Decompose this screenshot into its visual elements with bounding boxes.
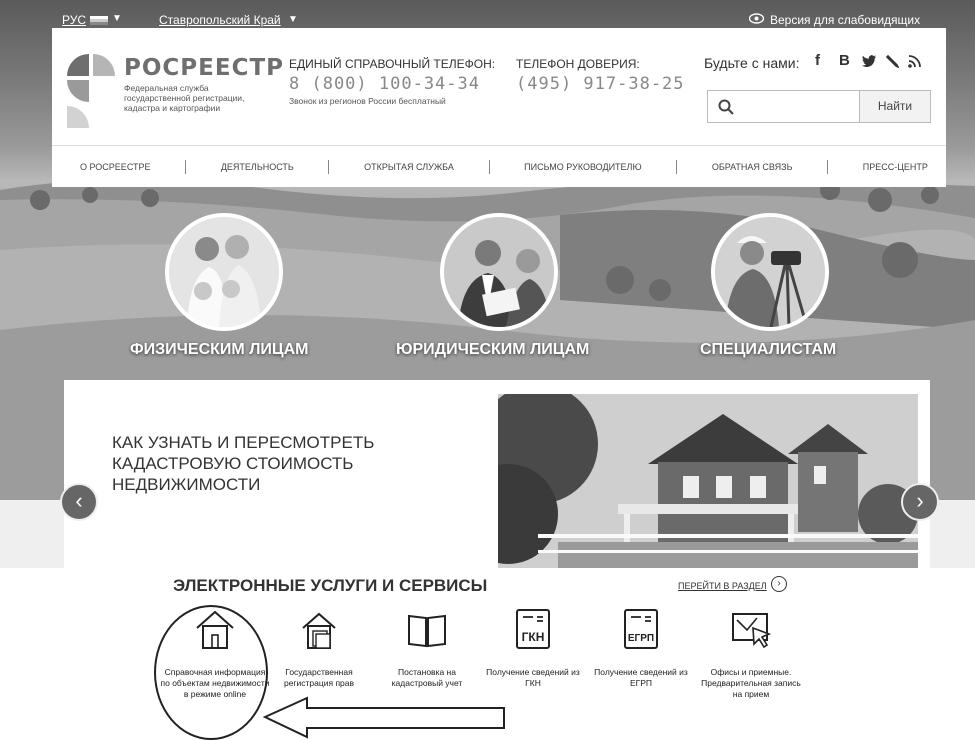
low-vision-link[interactable]: Версия для слабовидящих <box>770 13 920 27</box>
twitter-icon[interactable] <box>862 55 877 68</box>
search-icon <box>718 99 734 115</box>
trust-line-label: ТЕЛЕФОН ДОВЕРИЯ: <box>516 57 640 71</box>
language-switcher[interactable]: РУС <box>62 13 86 27</box>
pointer-arrow-icon <box>262 696 505 739</box>
hotline-number[interactable]: 8 (800) 100-34-34 <box>289 74 480 94</box>
search-input[interactable] <box>707 90 860 123</box>
audience-specialists[interactable]: СПЕЦИАЛИСТАМ <box>700 341 836 359</box>
business-image <box>444 217 554 327</box>
nav-divider <box>827 159 829 174</box>
slide-house-image <box>498 394 918 568</box>
brand-name: РОСРЕЕСТР <box>124 55 284 81</box>
caret-down-icon[interactable]: ▼ <box>112 13 122 24</box>
site-header: РОСРЕЕСТР Федеральная служба государстве… <box>52 28 946 145</box>
slide-title[interactable]: КАК УЗНАТЬ И ПЕРЕСМОТРЕТЬ КАДАСТРОВУЮ СТ… <box>112 432 432 495</box>
egrp-badge: ЕГРП <box>628 633 654 644</box>
rss-icon[interactable] <box>908 55 921 68</box>
services-title: ЭЛЕКТРОННЫЕ УСЛУГИ И СЕРВИСЫ <box>173 576 488 595</box>
slider-next-button[interactable]: › <box>901 483 939 521</box>
specialists-photo[interactable] <box>711 213 829 331</box>
surveyor-image <box>715 217 825 327</box>
book-icon <box>408 614 446 648</box>
flag-icon[interactable] <box>90 16 108 25</box>
legal-entities-photo[interactable] <box>440 213 558 331</box>
vkontakte-icon[interactable]: В <box>839 52 850 69</box>
service-label: Постановка на кадастровый учет <box>391 667 463 688</box>
document-icon: ЕГРП <box>624 609 658 649</box>
social-label: Будьте с нами: <box>704 55 800 71</box>
document-icon: ГКН <box>516 609 550 649</box>
hotline-note: Звонок из регионов России бесплатный <box>289 96 446 106</box>
goto-section-link[interactable]: ПЕРЕЙТИ В РАЗДЕЛ <box>678 581 767 591</box>
service-cadastral-registration[interactable]: Постановка на кадастровый учет <box>372 608 482 689</box>
lj-icon[interactable] <box>886 55 899 68</box>
nav-item-open-service[interactable]: ОТКРЫТАЯ СЛУЖБА <box>364 162 454 172</box>
service-label: Государственная регистрация прав <box>283 667 355 688</box>
hotline-label: ЕДИНЫЙ СПРАВОЧНЫЙ ТЕЛЕФОН: <box>289 57 496 71</box>
rosreestr-logo[interactable] <box>63 50 115 130</box>
nav-divider <box>328 159 330 174</box>
news-slide[interactable]: КАК УЗНАТЬ И ПЕРЕСМОТРЕТЬ КАДАСТРОВУЮ СТ… <box>64 380 930 568</box>
caret-down-icon[interactable]: ▼ <box>288 14 298 25</box>
facebook-icon[interactable]: f <box>815 52 820 69</box>
main-nav: О РОСРЕЕСТРЕ ДЕЯТЕЛЬНОСТЬ ОТКРЫТАЯ СЛУЖБ… <box>52 145 946 187</box>
eye-icon[interactable] <box>749 13 764 24</box>
nav-item-feedback[interactable]: ОБРАТНАЯ СВЯЗЬ <box>712 162 793 172</box>
service-egrp-info[interactable]: ЕГРП Получение сведений из ЕГРП <box>586 608 696 689</box>
service-rights-registration[interactable]: Государственная регистрация прав <box>264 608 374 689</box>
service-label: Офисы и приемные. Предварительная запись… <box>701 667 801 699</box>
brand-subtitle: Федеральная служба государственной регис… <box>124 83 245 113</box>
family-image <box>169 217 279 327</box>
nav-divider <box>185 159 187 174</box>
region-selector[interactable]: Ставропольский Край <box>159 13 281 27</box>
nav-item-about[interactable]: О РОСРЕЕСТРЕ <box>80 162 151 172</box>
chevron-left-icon: ‹ <box>75 488 83 513</box>
slider-prev-button[interactable]: ‹ <box>60 483 98 521</box>
nav-item-press[interactable]: ПРЕСС-ЦЕНТР <box>863 162 928 172</box>
gkn-badge: ГКН <box>522 630 545 644</box>
chevron-right-icon: › <box>916 488 924 513</box>
nav-item-letter[interactable]: ПИСЬМО РУКОВОДИТЕЛЮ <box>524 162 641 172</box>
highlight-oval <box>154 605 268 740</box>
service-gkn-info[interactable]: ГКН Получение сведений из ГКН <box>478 608 588 689</box>
map-cursor-icon <box>732 613 772 649</box>
nav-divider <box>488 159 490 174</box>
nav-item-activity[interactable]: ДЕЯТЕЛЬНОСТЬ <box>221 162 294 172</box>
search-button[interactable]: Найти <box>859 90 931 123</box>
individuals-photo[interactable] <box>165 213 283 331</box>
service-label: Получение сведений из ЕГРП <box>594 667 688 688</box>
nav-divider <box>676 159 678 174</box>
audience-individuals[interactable]: ФИЗИЧЕСКИМ ЛИЦАМ <box>130 341 308 359</box>
service-offices[interactable]: Офисы и приемные. Предварительная запись… <box>696 608 806 700</box>
audience-legal-entities[interactable]: ЮРИДИЧЕСКИМ ЛИЦАМ <box>396 341 589 359</box>
service-label: Получение сведений из ГКН <box>486 667 580 688</box>
arrow-right-icon[interactable]: › <box>771 576 787 592</box>
house-docs-icon <box>302 612 336 649</box>
trust-line-number[interactable]: (495) 917-38-25 <box>516 74 685 94</box>
